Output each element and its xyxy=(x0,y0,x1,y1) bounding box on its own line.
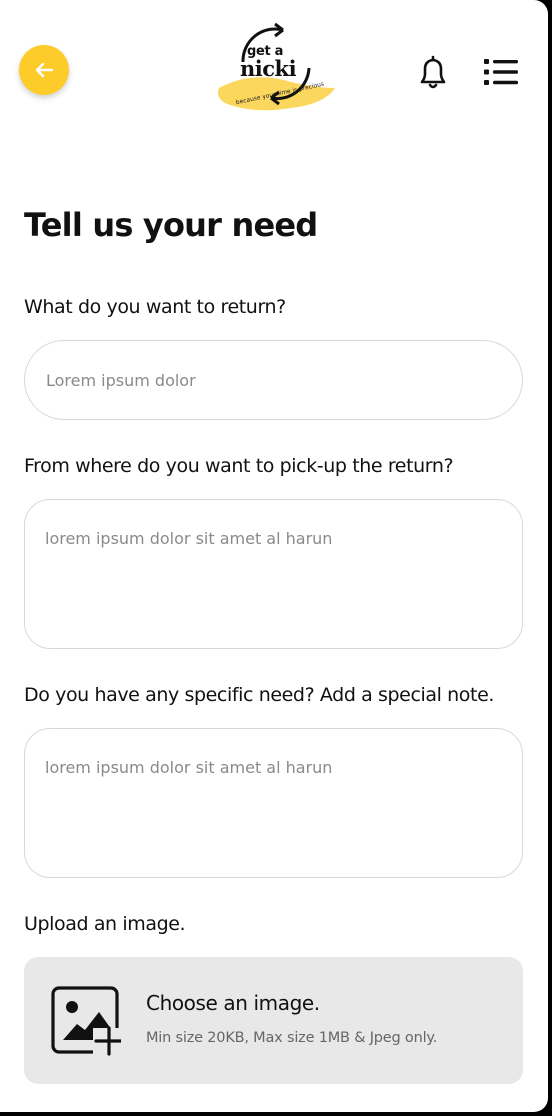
image-add-icon xyxy=(51,986,121,1056)
special-note-textarea[interactable] xyxy=(24,728,523,878)
image-upload-dropzone[interactable]: Choose an image. Min size 20KB, Max size… xyxy=(24,957,523,1084)
return-item-label: What do you want to return? xyxy=(24,296,286,318)
upload-title: Choose an image. xyxy=(146,991,320,1015)
page-title: Tell us your need xyxy=(24,206,318,244)
back-button[interactable] xyxy=(19,45,69,95)
upload-label: Upload an image. xyxy=(24,913,186,935)
special-note-label: Do you have any specific need? Add a spe… xyxy=(24,684,494,706)
header: get a nicki because your time is preciou… xyxy=(0,0,548,130)
pickup-location-textarea[interactable] xyxy=(24,499,523,649)
upload-hint: Min size 20KB, Max size 1MB & Jpeg only. xyxy=(146,1030,438,1046)
app-screen: get a nicki because your time is preciou… xyxy=(0,0,548,1112)
arrow-left-icon xyxy=(35,62,54,78)
get-a-nicki-logo: get a nicki because your time is preciou… xyxy=(213,18,339,118)
logo-text-line2: nicki xyxy=(240,56,297,81)
pickup-location-label: From where do you want to pick-up the re… xyxy=(24,455,454,477)
bell-icon[interactable] xyxy=(416,55,450,91)
list-menu-icon[interactable] xyxy=(483,57,519,87)
return-item-input[interactable] xyxy=(24,340,523,420)
